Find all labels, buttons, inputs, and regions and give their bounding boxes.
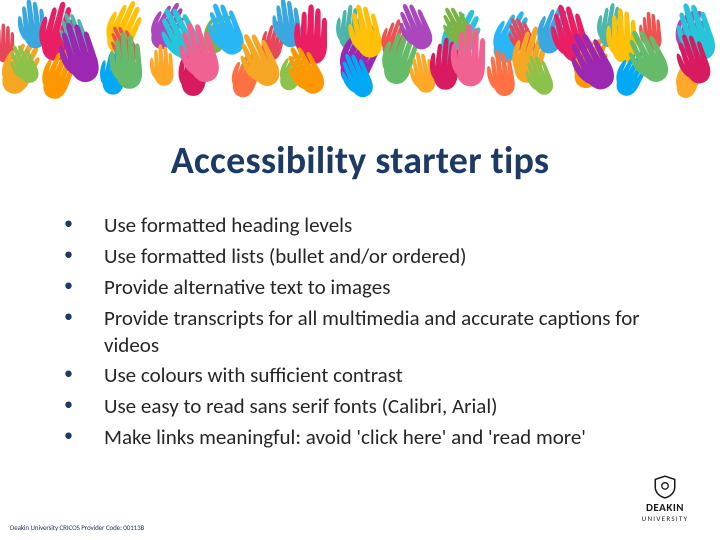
logo-name: DEAKIN xyxy=(632,502,698,514)
page-title: Accessibility starter tips xyxy=(0,138,720,184)
decorative-banner xyxy=(0,0,720,110)
list-item: Use formatted lists (bullet and/or order… xyxy=(64,243,690,270)
shield-icon xyxy=(652,474,678,500)
footer-text: Deakin University CRICOS Provider Code: … xyxy=(10,523,144,532)
tips-list: Use formatted heading levels Use formatt… xyxy=(0,212,720,451)
list-item: Make links meaningful: avoid 'click here… xyxy=(64,424,690,451)
list-item: Use easy to read sans serif fonts (Calib… xyxy=(64,393,690,420)
logo-subtitle: UNIVERSITY xyxy=(632,514,698,523)
list-item: Provide alternative text to images xyxy=(64,274,690,301)
list-item: Use colours with sufficient contrast xyxy=(64,362,690,389)
list-item: Use formatted heading levels xyxy=(64,212,690,239)
list-item: Provide transcripts for all multimedia a… xyxy=(64,305,690,359)
deakin-logo: DEAKIN UNIVERSITY xyxy=(632,474,698,528)
